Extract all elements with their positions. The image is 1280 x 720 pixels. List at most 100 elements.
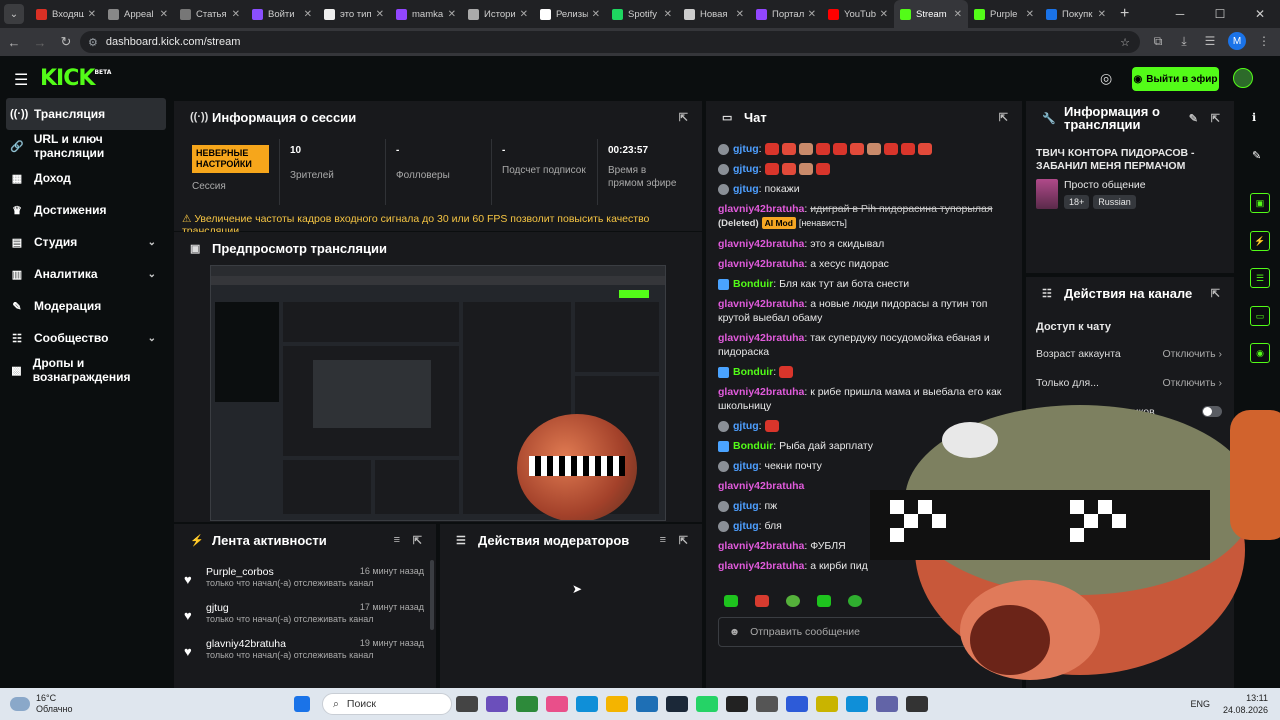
popout-icon[interactable]: ⇱ [679,111,688,124]
help-icon[interactable]: ◎ [1100,70,1112,87]
app-icon[interactable] [846,696,868,712]
sidebar-item[interactable]: ▩ Дропы и вознаграждения [0,354,172,386]
browser-tab[interactable]: Статья ✕ [174,0,246,28]
emote-icon[interactable] [817,595,831,607]
site-info-icon[interactable]: ⚙ [88,36,98,49]
popout-icon[interactable]: ⇱ [999,111,1008,124]
chat-username[interactable]: gjtug [733,163,759,175]
chat-username[interactable]: gjtug [733,420,759,432]
go-live-button[interactable]: ◉ Выйти в эфир [1132,67,1219,91]
browser-tab[interactable]: Релизы ✕ [534,0,606,28]
browser-tab[interactable]: mamka ✕ [390,0,462,28]
reload-icon[interactable]: ↻ [54,34,78,50]
chat-message[interactable]: glavniy42bratuha: а новые люди пидорасы … [718,294,1014,328]
start-icon[interactable] [294,696,310,712]
browser-tab[interactable]: Spotify ✕ [606,0,678,28]
chat-message[interactable]: gjtug: покажи [718,179,1014,199]
close-tab-icon[interactable]: ✕ [1098,9,1106,20]
user-avatar[interactable] [1233,68,1253,88]
chat-username[interactable]: glavniy42bratuha [718,298,804,310]
obs-icon[interactable] [906,696,928,712]
sidebar-item[interactable]: ▥ Аналитика ⌄ [0,258,172,290]
browser-tab[interactable]: Appeal ✕ [102,0,174,28]
sidebar-item[interactable]: ▦ Доход [0,162,172,194]
download-icon[interactable]: ⤓ [1176,34,1192,49]
whatsapp-icon[interactable] [696,696,718,712]
browser-tab[interactable]: Входящ ✕ [30,0,102,28]
close-tab-icon[interactable]: ✕ [160,9,168,20]
chat-username[interactable]: Bonduir [733,366,773,378]
sidebar-item[interactable]: ((·)) Трансляция [6,98,166,130]
chat-message[interactable]: glavniy42bratuha: а хесус пидорас [718,254,1014,274]
emote-icon[interactable] [755,595,769,607]
app-icon[interactable] [876,696,898,712]
chat-username[interactable]: glavniy42bratuha [718,258,804,270]
sidebar-item[interactable]: 🔗 URL и ключ трансляции [0,130,172,162]
app-icon[interactable] [636,696,658,712]
maximize-button[interactable]: ☐ [1200,7,1240,21]
rail-video-icon[interactable]: ▣ [1250,193,1270,213]
chat-message[interactable]: Bonduir: Бля как тут аи бота снести [718,274,1014,294]
close-tab-icon[interactable]: ✕ [808,9,816,20]
sidebar-item[interactable]: ▤ Студия ⌄ [0,226,172,258]
close-tab-icon[interactable]: ✕ [448,9,456,20]
close-tab-icon[interactable]: ✕ [1026,9,1034,20]
account-age-row[interactable]: Возраст аккаунта Отключить › [1036,339,1234,368]
app-icon[interactable] [486,696,508,712]
invalid-settings-badge[interactable]: НЕВЕРНЫЕ НАСТРОЙКИ [192,145,269,173]
chat-username[interactable]: gjtug [733,500,759,512]
chat-username[interactable]: gjtug [733,143,759,155]
browser-tab[interactable]: Purple ✕ [968,0,1040,28]
menu-icon[interactable]: ☰ [14,70,28,90]
popout-icon[interactable]: ⇱ [679,534,688,547]
sidebar-item[interactable]: ☷ Сообщество ⌄ [0,322,172,354]
browser-tab[interactable]: YouTub ✕ [822,0,894,28]
chat-message[interactable]: gjtug: [718,159,1014,179]
chat-message[interactable]: glavniy42bratuha: идиграй в Pih пидораси… [718,199,1014,234]
close-tab-icon[interactable]: ✕ [304,9,312,20]
rail-list-icon[interactable]: ☰ [1250,268,1270,288]
activity-scrollbar[interactable] [430,560,434,630]
chat-username[interactable]: glavniy42bratuha [718,540,804,552]
new-tab-button[interactable]: + [1120,5,1129,23]
chat-message[interactable]: glavniy42bratuha: так супердуку посудомо… [718,328,1014,362]
chat-username[interactable]: Bonduir [733,440,773,452]
chat-username[interactable]: glavniy42bratuha [718,480,804,492]
url-field[interactable]: ⚙ dashboard.kick.com/stream ☆ [80,31,1140,53]
edit-icon[interactable]: ✎ [1189,112,1198,125]
emote-icon[interactable] [786,595,800,607]
app-icon[interactable] [786,696,808,712]
clock[interactable]: 13:11 24.08.2026 [1223,692,1268,716]
chat-message[interactable]: Bonduir: [718,362,1014,382]
close-tab-icon[interactable]: ✕ [376,9,384,20]
browser-tab[interactable]: Stream ✕ [894,0,968,28]
close-tab-icon[interactable]: ✕ [736,9,744,20]
popout-icon[interactable]: ⇱ [413,534,422,547]
chat-username[interactable]: glavniy42bratuha [718,203,804,215]
reading-list-icon[interactable]: ☰ [1202,34,1218,48]
close-tab-icon[interactable]: ✕ [954,9,962,20]
info-icon[interactable]: ℹ [1252,111,1256,124]
edit-icon[interactable]: ✎ [1252,149,1261,162]
close-tab-icon[interactable]: ✕ [520,9,528,20]
rail-bolt-icon[interactable]: ⚡ [1250,231,1270,251]
bookmark-star-icon[interactable]: ☆ [1120,36,1130,49]
chat-username[interactable]: gjtug [733,520,759,532]
edge-icon[interactable] [576,696,598,712]
sidebar-item[interactable]: ♛ Достижения [0,194,172,226]
browser-menu-icon[interactable]: ⋮ [1256,34,1272,48]
filter-icon[interactable]: ≡ [660,534,666,546]
back-icon[interactable]: ← [2,35,26,50]
app-icon[interactable] [546,696,568,712]
tab-search-button[interactable]: ⌄ [4,4,24,24]
language-indicator[interactable]: ENG [1190,699,1210,709]
explorer-icon[interactable] [606,696,628,712]
emoji-icon[interactable]: ☻ [729,626,740,638]
browser-tab[interactable]: это тип ✕ [318,0,390,28]
rail-broadcast-icon[interactable]: ◉ [1250,343,1270,363]
popout-icon[interactable]: ⇱ [1211,287,1220,300]
browser-tab[interactable]: Истори ✕ [462,0,534,28]
rail-chat-icon[interactable]: ▭ [1250,306,1270,326]
minimize-button[interactable]: ─ [1160,7,1200,21]
chat-username[interactable]: glavniy42bratuha [718,238,804,250]
